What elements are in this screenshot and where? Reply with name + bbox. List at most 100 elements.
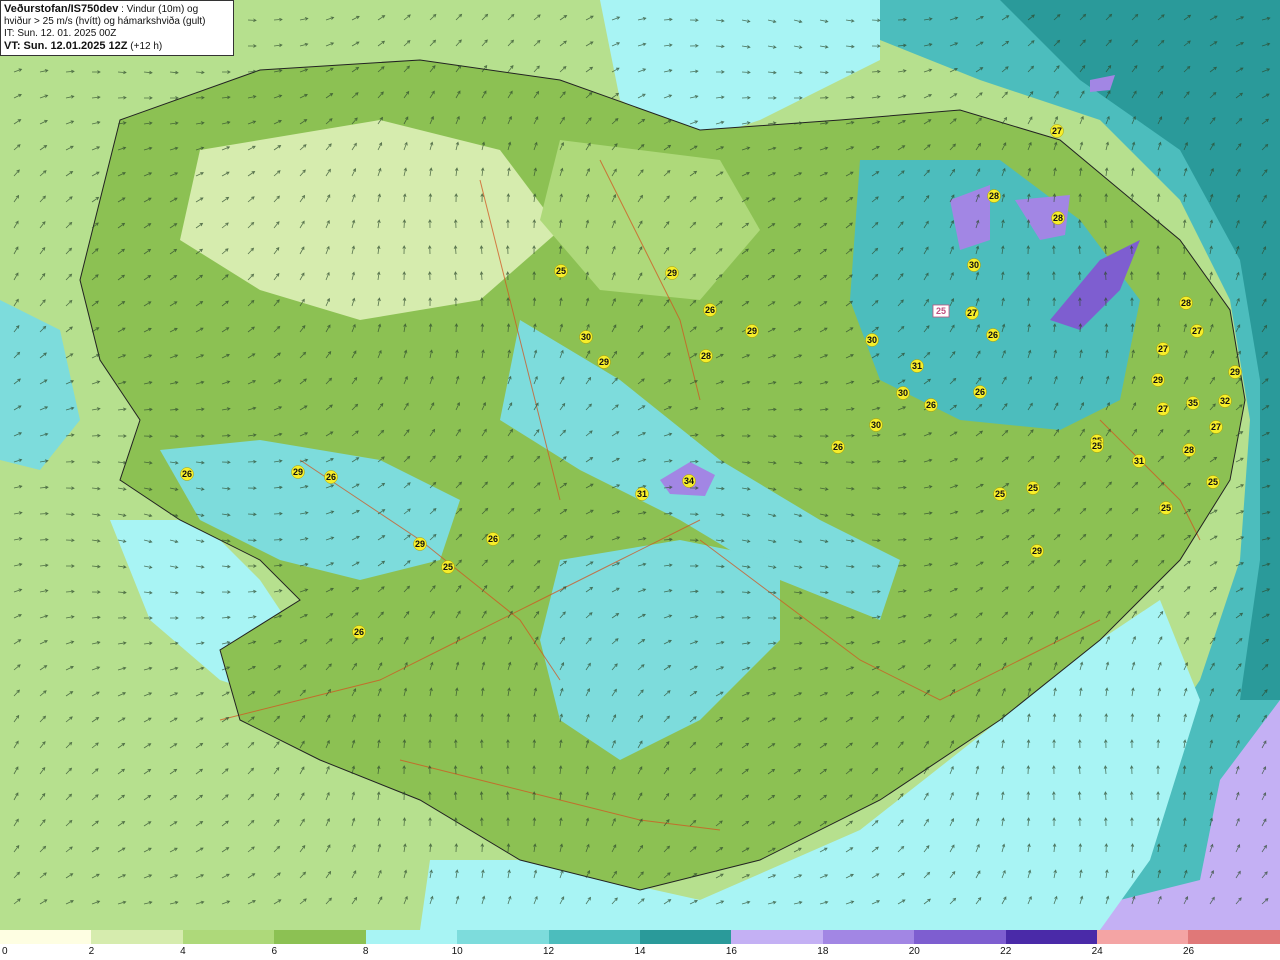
gust-label: 28 bbox=[1182, 443, 1196, 457]
gust-label: 28 bbox=[699, 349, 713, 363]
legend-swatch bbox=[548, 930, 640, 944]
gust-value: 30 bbox=[898, 388, 908, 398]
legend-tick-label: 0 bbox=[2, 946, 8, 957]
gust-value: 28 bbox=[1184, 445, 1194, 455]
gust-value: 29 bbox=[599, 357, 609, 367]
legend-tick-label: 6 bbox=[271, 946, 278, 957]
title-desc-1: : Vindur (10m) og bbox=[118, 4, 199, 15]
gust-label: 26 bbox=[986, 328, 1000, 342]
gust-label: 30 bbox=[579, 330, 593, 344]
legend-swatch bbox=[0, 930, 92, 944]
gust-value: 25 bbox=[443, 562, 453, 572]
gust-value: 28 bbox=[1053, 213, 1063, 223]
legend-swatch bbox=[1005, 930, 1098, 944]
gust-label: 26 bbox=[352, 625, 366, 639]
gust-label: 31 bbox=[1132, 454, 1146, 468]
gust-value: 29 bbox=[293, 467, 303, 477]
gust-label: 34 bbox=[682, 474, 696, 488]
initial-time: IT: Sun. 12. 01. 2025 00Z bbox=[4, 28, 117, 39]
model-name: Veðurstofan/IS750dev bbox=[4, 3, 119, 15]
gust-value: 26 bbox=[182, 469, 192, 479]
gust-label: 26 bbox=[180, 467, 194, 481]
gust-label: 25 bbox=[554, 264, 568, 278]
gust-label: 26 bbox=[703, 303, 717, 317]
gust-value: 31 bbox=[1134, 456, 1144, 466]
gust-value: 26 bbox=[326, 472, 336, 482]
gust-value: 29 bbox=[1230, 367, 1240, 377]
gust-label: 26 bbox=[924, 398, 938, 412]
legend-tick-label: 22 bbox=[1000, 946, 1012, 957]
gust-label: 29 bbox=[597, 355, 611, 369]
gust-label: 26 bbox=[324, 470, 338, 484]
forecast-hour: (+12 h) bbox=[127, 41, 163, 52]
legend-tick-label: 2 bbox=[88, 946, 95, 957]
legend-tick-label: 8 bbox=[362, 946, 369, 957]
gust-label: 25 bbox=[1206, 475, 1220, 489]
legend-swatch bbox=[731, 930, 823, 944]
legend-tick-label: 26 bbox=[1183, 946, 1195, 957]
wind-map: 27 28 28 25 29 30 26 29 30 28 29 27 30 25 27 26 28 27 26 31… bbox=[0, 0, 1280, 930]
gust-value: 32 bbox=[1220, 396, 1230, 406]
gust-label: 30 bbox=[896, 386, 910, 400]
gust-value: 25 bbox=[1208, 477, 1218, 487]
gust-label: 29 bbox=[413, 537, 427, 551]
gust-label: 26 bbox=[831, 440, 845, 454]
legend-swatch bbox=[914, 930, 1006, 944]
gust-label: 26 bbox=[973, 385, 987, 399]
gust-value: 26 bbox=[705, 305, 715, 315]
legend-swatch bbox=[1097, 930, 1189, 944]
legend-swatch bbox=[639, 930, 732, 944]
gust-label: 28 bbox=[987, 189, 1001, 203]
gust-value: 29 bbox=[415, 539, 425, 549]
gust-label: 25 bbox=[1026, 481, 1040, 495]
gust-label: 27 bbox=[1190, 324, 1204, 338]
gust-value: 26 bbox=[975, 387, 985, 397]
gust-label: 32 bbox=[1218, 394, 1232, 408]
legend-swatch bbox=[1188, 930, 1280, 944]
gust-value: 34 bbox=[684, 476, 694, 486]
legend-color-bar bbox=[0, 930, 1280, 944]
gust-value: 30 bbox=[969, 260, 979, 270]
gust-label: 29 bbox=[745, 324, 759, 338]
gust-value: 27 bbox=[1211, 422, 1221, 432]
gust-value: 29 bbox=[1032, 546, 1042, 556]
gust-value: 28 bbox=[701, 351, 711, 361]
legend-tick-label: 10 bbox=[451, 946, 463, 957]
gust-value: 26 bbox=[988, 330, 998, 340]
legend-tick-label: 16 bbox=[725, 946, 737, 957]
gust-value: 27 bbox=[967, 308, 977, 318]
gust-value: 35 bbox=[1188, 398, 1198, 408]
legend-tick-label: 14 bbox=[634, 946, 646, 957]
gust-value: 30 bbox=[581, 332, 591, 342]
gust-value: 28 bbox=[989, 191, 999, 201]
gust-label: 27 bbox=[1156, 402, 1170, 416]
gust-value: 29 bbox=[747, 326, 757, 336]
legend-tick-label: 20 bbox=[908, 946, 920, 957]
gust-value: 26 bbox=[833, 442, 843, 452]
gust-value: 25 bbox=[1161, 503, 1171, 513]
gust-label: 28 bbox=[1179, 296, 1193, 310]
gust-label: 25 bbox=[1159, 501, 1173, 515]
gust-label: 31 bbox=[910, 359, 924, 373]
gust-value: 30 bbox=[871, 420, 881, 430]
gust-label: 25 bbox=[1090, 439, 1104, 453]
legend-swatch bbox=[182, 930, 275, 944]
gust-label: 29 bbox=[665, 266, 679, 280]
gust-value: 26 bbox=[926, 400, 936, 410]
gust-label: 25 bbox=[993, 487, 1007, 501]
color-legend: 0 2 4 6 8 10 12 14 16 18 20 22 24 26 bbox=[0, 930, 1280, 960]
gust-value: 27 bbox=[1158, 344, 1168, 354]
legend-swatch bbox=[365, 930, 458, 944]
legend-swatch bbox=[91, 930, 183, 944]
gust-label: 29 bbox=[1151, 373, 1165, 387]
gust-value: 27 bbox=[1158, 404, 1168, 414]
legend-tick-label: 24 bbox=[1091, 946, 1103, 957]
gust-label: 29 bbox=[1228, 365, 1242, 379]
gust-value: 28 bbox=[1181, 298, 1191, 308]
legend-tick-label: 18 bbox=[817, 946, 829, 957]
gust-value: 31 bbox=[637, 489, 647, 499]
gust-label: 27 bbox=[1156, 342, 1170, 356]
gust-label: 35 bbox=[1186, 396, 1200, 410]
white-gust-label: 25 bbox=[932, 304, 950, 318]
gust-value: 26 bbox=[354, 627, 364, 637]
